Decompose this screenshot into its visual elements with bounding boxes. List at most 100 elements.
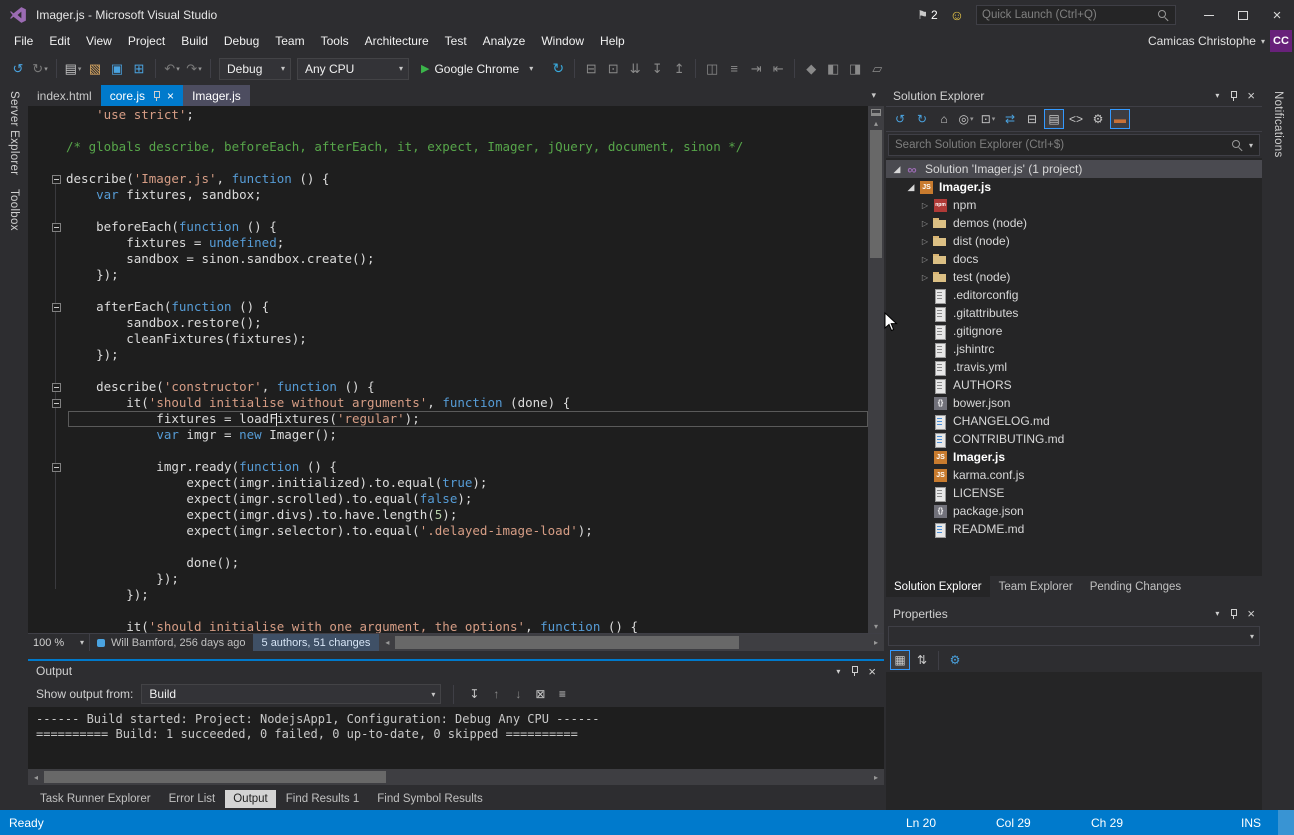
property-pages-icon[interactable]: ⚙ (945, 650, 965, 670)
tree-item-docs[interactable]: ▷docs (886, 250, 1262, 268)
pin-icon[interactable] (151, 90, 161, 102)
preview-selected-items-icon[interactable]: ▤ (1044, 109, 1064, 129)
resize-grip[interactable] (1278, 810, 1294, 835)
code-line[interactable] (28, 539, 868, 555)
menu-item-test[interactable]: Test (437, 31, 475, 51)
properties-object-dropdown[interactable]: ▾ (888, 626, 1260, 646)
close-icon[interactable]: × (1247, 88, 1255, 103)
fold-collapse-icon[interactable] (52, 463, 61, 472)
code-line[interactable] (28, 283, 868, 299)
user-account-name[interactable]: Camicas Christophe (1148, 34, 1256, 48)
scroll-left-icon[interactable]: ◂ (379, 634, 395, 651)
menu-item-analyze[interactable]: Analyze (475, 31, 534, 51)
fold-collapse-icon[interactable] (52, 303, 61, 312)
tree-item-changelog-md[interactable]: CHANGELOG.md (886, 412, 1262, 430)
code-line[interactable] (28, 363, 868, 379)
save-icon[interactable]: ▣ (107, 58, 127, 80)
tree-item-karma-conf-js[interactable]: JSkarma.conf.js (886, 466, 1262, 484)
code-line[interactable]: imgr.ready(function () { (28, 459, 868, 475)
scroll-up-icon[interactable]: ▴ (868, 116, 884, 130)
ptab-solution-explorer[interactable]: Solution Explorer (886, 576, 990, 597)
menu-item-debug[interactable]: Debug (216, 31, 267, 51)
ptab-team-explorer[interactable]: Team Explorer (991, 576, 1081, 597)
code-line[interactable]: }); (28, 347, 868, 363)
menu-item-team[interactable]: Team (267, 31, 312, 51)
comment-icon[interactable]: ≡ (724, 58, 744, 80)
code-line[interactable]: describe('Imager.js', function () { (28, 171, 868, 187)
pin-icon[interactable] (1228, 90, 1238, 102)
window-position-icon[interactable]: ▾ (836, 667, 840, 676)
fold-collapse-icon[interactable] (52, 175, 61, 184)
scroll-left-icon[interactable]: ◂ (28, 769, 44, 785)
window-position-icon[interactable]: ▾ (1215, 609, 1219, 618)
code-line[interactable]: /* globals describe, beforeEach, afterEa… (28, 139, 868, 155)
clear-all-icon[interactable]: ⊠ (530, 684, 550, 704)
avatar[interactable]: CC (1270, 30, 1292, 52)
scroll-right-icon[interactable]: ▸ (868, 634, 884, 651)
find-in-files-icon[interactable]: ◫ (702, 58, 722, 80)
step-into-icon[interactable]: ↧ (647, 58, 667, 80)
prev-message-icon[interactable]: ↑ (486, 684, 506, 704)
code-line[interactable]: expect(imgr.initialized).to.equal(true); (28, 475, 868, 491)
code-line[interactable]: }); (28, 571, 868, 587)
scroll-right-icon[interactable]: ▸ (868, 769, 884, 785)
tree-item--travis-yml[interactable]: .travis.yml (886, 358, 1262, 376)
tree-item-imager-js[interactable]: ◢JSImager.js (886, 178, 1262, 196)
goto-message-icon[interactable]: ↧ (464, 684, 484, 704)
breakpoints-icon[interactable]: ⊡ (603, 58, 623, 80)
code-editor[interactable]: 'use strict';/* globals describe, before… (28, 106, 884, 633)
tree-item-solution-imager-js-1-project-[interactable]: ◢∞Solution 'Imager.js' (1 project) (886, 160, 1262, 178)
code-line[interactable]: expect(imgr.scrolled).to.equal(false); (28, 491, 868, 507)
fold-collapse-icon[interactable] (52, 223, 61, 232)
quick-launch-box[interactable] (976, 5, 1176, 25)
menu-item-build[interactable]: Build (173, 31, 216, 51)
code-line[interactable]: done(); (28, 555, 868, 571)
code-line[interactable]: it('should initialise with one argument,… (28, 619, 868, 633)
code-line[interactable] (28, 155, 868, 171)
expand-arrow-icon[interactable]: ▷ (918, 219, 932, 228)
open-file-icon[interactable]: ▧ (85, 58, 105, 80)
btab-task-runner-explorer[interactable]: Task Runner Explorer (32, 790, 159, 808)
scrollbar-thumb[interactable] (870, 130, 882, 258)
code-line[interactable]: fixtures = loadFixtures('regular'); (28, 411, 868, 427)
next-message-icon[interactable]: ↓ (508, 684, 528, 704)
redo-icon[interactable]: ↷▾ (184, 58, 204, 80)
fold-collapse-icon[interactable] (52, 383, 61, 392)
outdent-icon[interactable]: ⇤ (768, 58, 788, 80)
tree-item--gitignore[interactable]: .gitignore (886, 322, 1262, 340)
ptab-pending-changes[interactable]: Pending Changes (1082, 576, 1189, 597)
tree-item-contributing-md[interactable]: CONTRIBUTING.md (886, 430, 1262, 448)
btab-find-results-1[interactable]: Find Results 1 (278, 790, 368, 808)
tree-item-license[interactable]: LICENSE (886, 484, 1262, 502)
output-source-dropdown[interactable]: Build ▾ (141, 684, 441, 704)
tree-item--editorconfig[interactable]: .editorconfig (886, 286, 1262, 304)
build-icon[interactable]: ⊟ (581, 58, 601, 80)
menu-item-edit[interactable]: Edit (41, 31, 78, 51)
maximize-button[interactable] (1226, 2, 1260, 28)
tab-list-chevron-icon[interactable]: ▾ (871, 85, 884, 106)
tree-item-bower-json[interactable]: {}bower.json (886, 394, 1262, 412)
collapse-all-icon[interactable]: ⊟ (1022, 109, 1042, 129)
indent-icon[interactable]: ⇥ (746, 58, 766, 80)
alphabetical-icon[interactable]: ⇅ (912, 650, 932, 670)
new-file-icon[interactable]: ▤▾ (63, 58, 83, 80)
scrollbar-thumb[interactable] (44, 771, 386, 783)
code-line[interactable]: sandbox.restore(); (28, 315, 868, 331)
menu-item-file[interactable]: File (6, 31, 41, 51)
show-all-files-icon[interactable]: ⊡▾ (978, 109, 998, 129)
properties-title-bar[interactable]: Properties ▾ × (886, 603, 1262, 624)
code-line[interactable]: beforeEach(function () { (28, 219, 868, 235)
code-line[interactable]: sandbox = sinon.sandbox.create(); (28, 251, 868, 267)
output-horizontal-scrollbar[interactable]: ◂ ▸ (28, 769, 884, 785)
btab-error-list[interactable]: Error List (161, 790, 224, 808)
editor-vertical-scrollbar[interactable]: ▴ ▾ (868, 106, 884, 633)
code-line[interactable]: }); (28, 587, 868, 603)
tree-item-dist-node-[interactable]: ▷dist (node) (886, 232, 1262, 250)
vertical-tab-server-explorer[interactable]: Server Explorer (8, 91, 20, 175)
tree-item-test-node-[interactable]: ▷test (node) (886, 268, 1262, 286)
solution-search-input[interactable] (895, 139, 1226, 151)
vertical-tab-notifications[interactable]: Notifications (1272, 91, 1284, 158)
code-line[interactable]: describe('constructor', function () { (28, 379, 868, 395)
clear-bookmarks-icon[interactable]: ▱ (867, 58, 887, 80)
bookmark-icon[interactable]: ◆ (801, 58, 821, 80)
